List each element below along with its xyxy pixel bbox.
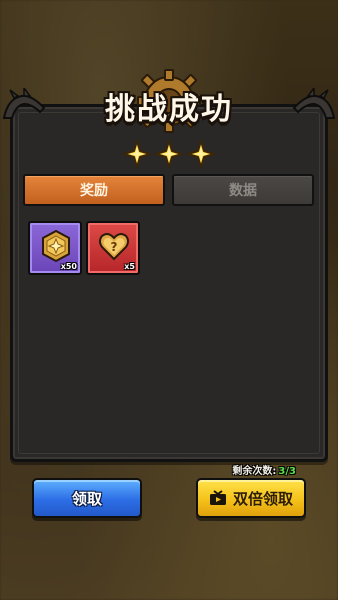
star-badge-icon	[42, 229, 70, 263]
star-icon	[155, 140, 183, 168]
svg-text:?: ?	[111, 240, 118, 254]
mystery-heart-icon: ?	[99, 233, 129, 261]
remaining-attempts: 剩余次数: 3/3	[232, 462, 296, 477]
star-icon	[123, 140, 151, 168]
claim-button[interactable]: 领取	[32, 478, 142, 518]
remaining-value: 3/3	[278, 466, 296, 477]
tab-data[interactable]: 数据	[172, 174, 314, 206]
star-rating	[0, 140, 338, 168]
double-claim-button[interactable]: 双倍领取	[196, 478, 306, 518]
tab-rewards[interactable]: 奖励	[23, 174, 165, 206]
video-ad-icon	[209, 490, 226, 505]
reward-count: x50	[60, 262, 77, 271]
page-title: 挑战成功	[105, 92, 233, 127]
reward-item[interactable]: x50	[28, 221, 82, 275]
remaining-label: 剩余次数:	[232, 466, 277, 477]
star-icon	[187, 140, 215, 168]
claim-button-label: 领取	[71, 489, 102, 508]
double-claim-button-label: 双倍领取	[232, 489, 293, 508]
reward-count: x5	[124, 262, 135, 271]
reward-item[interactable]: ? x5	[86, 221, 140, 275]
